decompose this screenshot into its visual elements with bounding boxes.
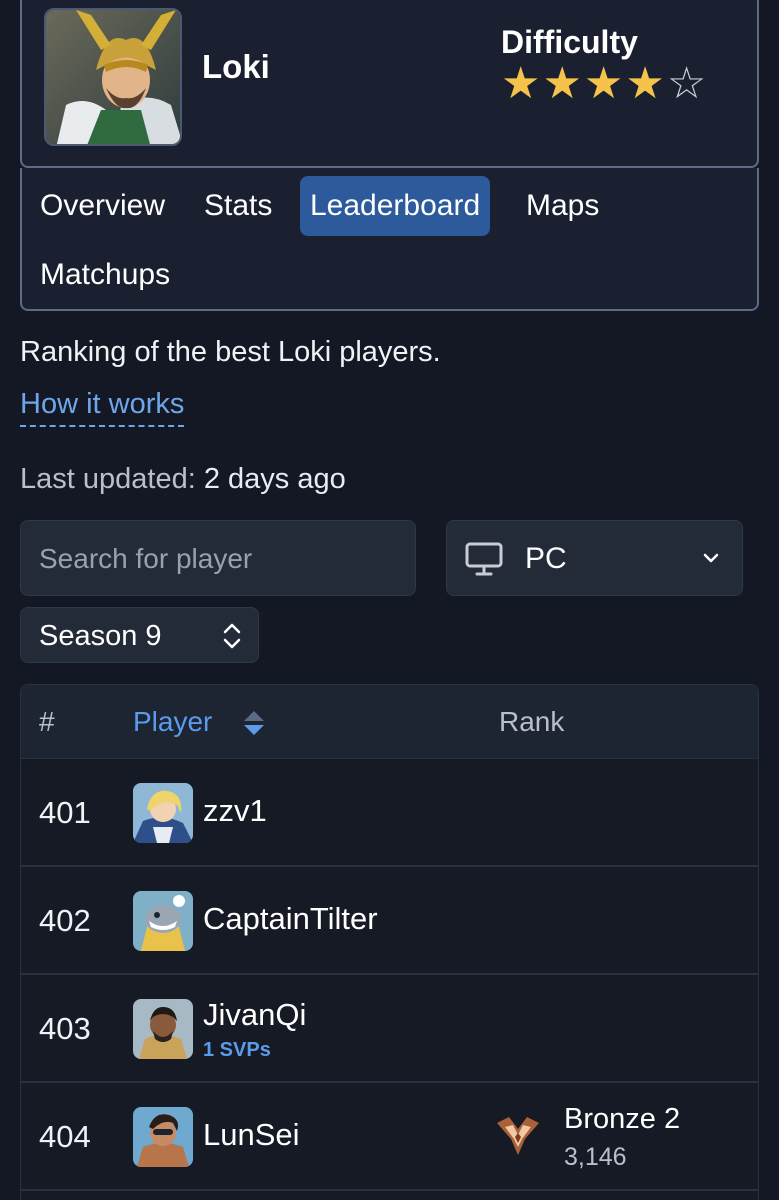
column-header-rank: Rank: [499, 706, 565, 737]
avatar: [133, 999, 193, 1059]
avatar: [133, 1107, 193, 1167]
bronze-rank-icon: [497, 1117, 539, 1155]
table-row[interactable]: 403 JivanQi 1 SVPs: [21, 975, 758, 1083]
rank-score: 3,146: [564, 1143, 627, 1171]
chevron-up-down-icon: [223, 623, 241, 649]
player-name[interactable]: zzv1: [203, 793, 267, 829]
season-select[interactable]: Season 9: [20, 607, 259, 663]
tab-maps[interactable]: Maps: [516, 176, 609, 236]
tab-leaderboard[interactable]: Leaderboard: [300, 176, 491, 236]
difficulty-stars: ★ ★ ★ ★ ☆: [501, 60, 706, 108]
platform-value: PC: [525, 542, 567, 575]
star-filled-icon: ★: [583, 59, 624, 108]
rank-name: Bronze 2: [564, 1103, 681, 1135]
column-header-number: #: [39, 706, 55, 737]
tab-stats[interactable]: Stats: [194, 176, 282, 236]
chevron-down-icon: [703, 553, 719, 563]
sort-icon[interactable]: [243, 709, 265, 737]
player-avatar-icon: [133, 783, 193, 843]
last-updated: Last updated: 2 days ago: [20, 463, 346, 496]
loki-portrait-icon: [46, 10, 180, 144]
row-position: 403: [39, 1011, 91, 1046]
star-filled-icon: ★: [625, 59, 665, 108]
table-row[interactable]: 401 zzv1: [21, 759, 758, 867]
player-avatar-icon: [133, 999, 193, 1059]
table-header: # Player Rank: [21, 685, 758, 759]
svp-count: 1 SVPs: [203, 1039, 271, 1061]
difficulty-label: Difficulty: [501, 24, 638, 60]
hero-tabs: Overview Stats Leaderboard Maps Matchups: [20, 168, 759, 311]
leaderboard-description: Ranking of the best Loki players.: [20, 336, 441, 368]
leaderboard-table: # Player Rank 401 zzv1 402 CaptainTilter…: [20, 684, 759, 1200]
player-search-input[interactable]: Search for player: [20, 520, 416, 596]
star-empty-icon: ☆: [666, 59, 707, 108]
how-it-works-link[interactable]: How it works: [20, 388, 185, 427]
table-row[interactable]: 402 CaptainTilter: [21, 867, 758, 975]
player-name[interactable]: LunSei: [203, 1117, 300, 1153]
last-updated-label: Last updated:: [20, 463, 196, 495]
player-avatar-icon: [133, 891, 193, 951]
star-filled-icon: ★: [542, 59, 582, 108]
row-position: 401: [39, 795, 91, 830]
column-header-player[interactable]: Player: [133, 685, 212, 759]
last-updated-value: 2 days ago: [203, 463, 346, 495]
hero-card: Loki Difficulty ★ ★ ★ ★ ☆: [20, 0, 759, 168]
star-filled-icon: ★: [501, 59, 541, 108]
player-avatar-icon: [133, 1107, 193, 1167]
row-position: 404: [39, 1119, 91, 1154]
table-row[interactable]: 404 LunSei Bronze 2 3,146: [21, 1083, 758, 1191]
hero-portrait: [44, 8, 182, 146]
player-name[interactable]: CaptainTilter: [203, 901, 378, 937]
page: Loki Difficulty ★ ★ ★ ★ ☆ Overview Stats…: [0, 0, 779, 1200]
season-value: Season 9: [39, 620, 162, 652]
row-position: 402: [39, 903, 91, 938]
tab-overview[interactable]: Overview: [30, 176, 175, 236]
platform-select[interactable]: PC: [446, 520, 743, 596]
avatar: [133, 891, 193, 951]
avatar: [133, 783, 193, 843]
player-name[interactable]: JivanQi: [203, 997, 306, 1033]
tab-matchups[interactable]: Matchups: [30, 245, 180, 305]
monitor-icon: [465, 542, 503, 576]
hero-name: Loki: [202, 48, 270, 85]
